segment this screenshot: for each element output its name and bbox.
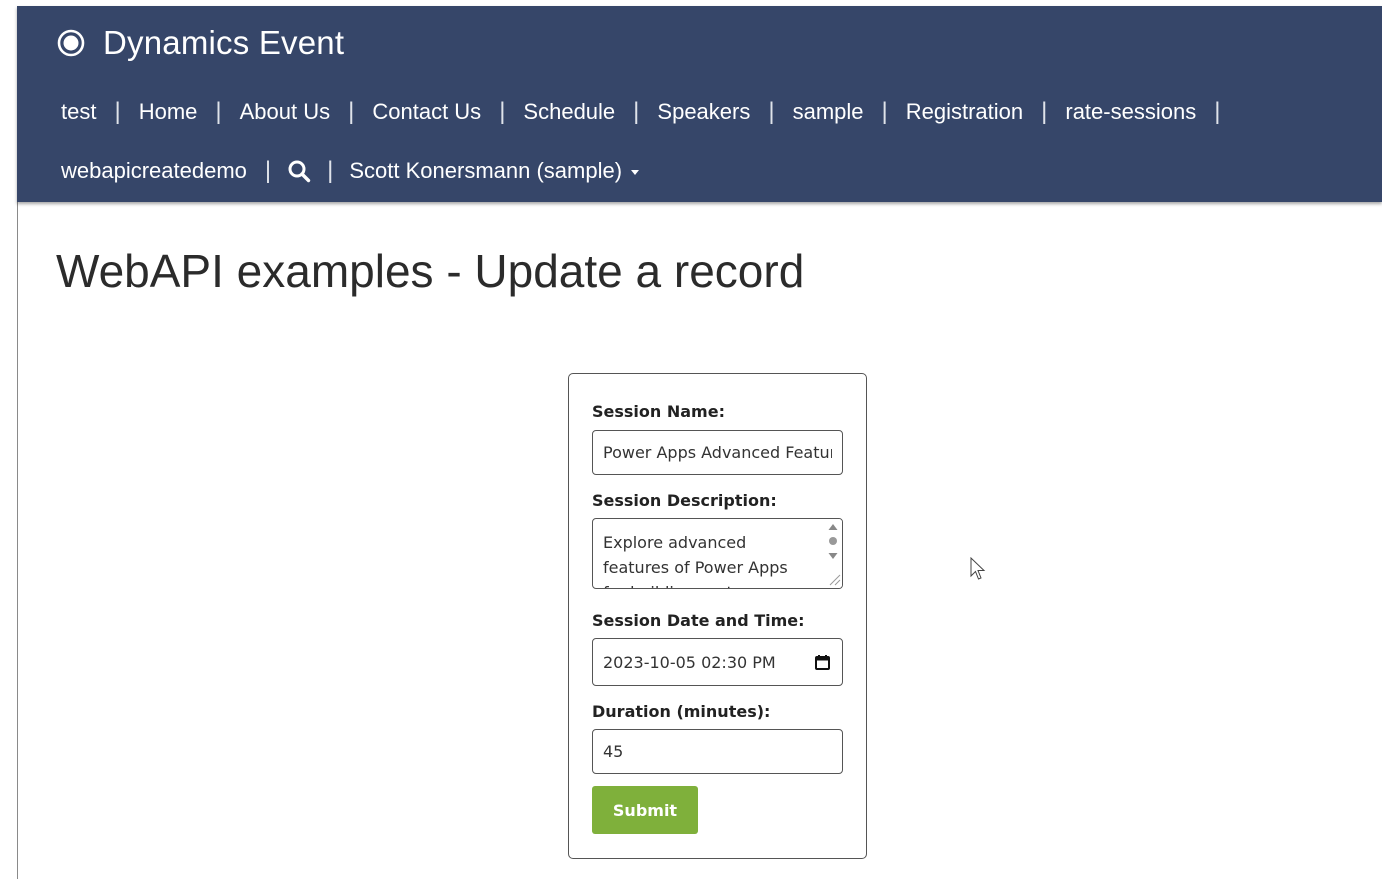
nav-link-sample[interactable]: sample [791,99,866,125]
session-description-text: Explore advanced features of Power Apps … [603,533,788,588]
user-menu-dropdown[interactable]: Scott Konersmann (sample) [349,158,640,184]
session-datetime-input[interactable]: 2023-10-05 02:30 PM [592,638,843,686]
scrollbar-arrows-icon [828,524,841,586]
session-name-label: Session Name: [592,402,725,421]
nav-link-speakers[interactable]: Speakers [655,99,752,125]
nav-link-home[interactable]: Home [137,99,200,125]
nav-link-schedule[interactable]: Schedule [521,99,617,125]
duration-input[interactable] [592,729,843,774]
nav-link-registration[interactable]: Registration [904,99,1025,125]
nav-link-contact-us[interactable]: Contact Us [370,99,483,125]
nav-link-test[interactable]: test [59,99,98,125]
top-navbar: Dynamics Event test | Home | About Us | … [17,6,1382,202]
nav-link-about-us[interactable]: About Us [238,99,333,125]
mouse-pointer-icon [970,557,986,580]
nav-separator: | [348,98,355,125]
session-name-input[interactable] [592,430,843,475]
brand[interactable]: Dynamics Event [57,22,344,64]
nav-link-webapicreatedemo[interactable]: webapicreatedemo [59,158,249,184]
nav-separator: | [215,98,222,125]
textarea-scrollbar[interactable] [824,519,842,588]
update-session-form: Session Name: Session Description: Explo… [568,373,867,859]
session-description-textarea[interactable]: Explore advanced features of Power Apps … [592,518,843,589]
search-button[interactable] [287,159,311,183]
calendar-icon[interactable] [815,654,830,670]
nav-separator: | [327,157,334,184]
nav-separator: | [264,157,272,184]
search-icon [288,160,311,183]
session-datetime-value: 2023-10-05 02:30 PM [603,653,776,672]
nav-separator: | [768,98,775,125]
nav-row-primary: test | Home | About Us | Contact Us | Sc… [59,92,1236,132]
chevron-down-icon [631,170,640,175]
nav-separator: | [1214,98,1221,125]
user-menu-label: Scott Konersmann (sample) [349,158,623,183]
brand-title: Dynamics Event [103,24,345,61]
portal-logo-icon [57,29,85,57]
nav-separator: | [114,98,121,125]
nav-separator: | [881,98,888,125]
session-description-label: Session Description: [592,491,777,510]
nav-row-secondary: webapicreatedemo | | Scott Konersmann (s… [59,151,640,191]
nav-separator: | [499,98,506,125]
duration-label: Duration (minutes): [592,702,771,721]
nav-separator: | [1041,98,1048,125]
session-datetime-label: Session Date and Time: [592,611,805,630]
submit-button[interactable]: Submit [592,786,698,834]
nav-separator: | [633,98,640,125]
nav-link-rate-sessions[interactable]: rate-sessions [1063,99,1198,125]
page-title: WebAPI examples - Update a record [56,245,805,297]
